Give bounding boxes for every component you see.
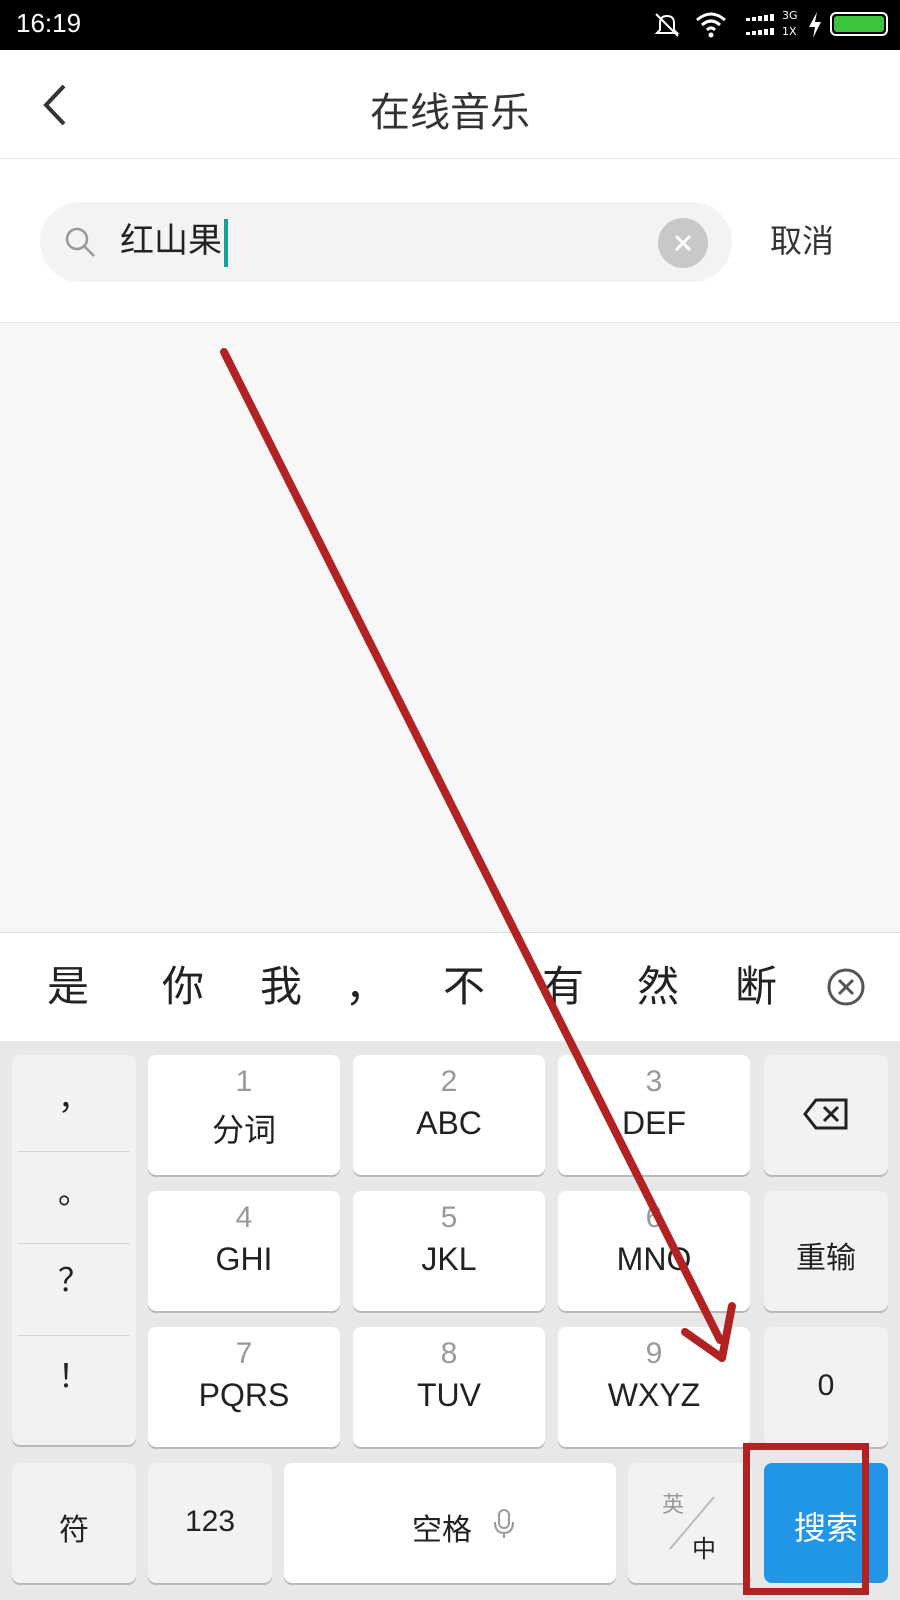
mute-icon	[654, 13, 680, 37]
back-button[interactable]	[36, 80, 76, 130]
punctuation-column[interactable]: ， 。 ？ ！	[12, 1055, 136, 1445]
candidate-item[interactable]: 你	[143, 957, 223, 1017]
key-2[interactable]: 2 ABC	[353, 1055, 545, 1175]
reinput-key[interactable]: 重输	[764, 1191, 888, 1311]
charging-icon	[809, 12, 821, 38]
chevron-left-icon	[43, 84, 66, 126]
key-7[interactable]: 7 PQRS	[148, 1327, 340, 1447]
key-1[interactable]: 1 分词	[148, 1055, 340, 1175]
key-letters: 分词	[211, 1112, 276, 1148]
search-icon	[65, 227, 95, 257]
numbers-label: 123	[184, 1505, 236, 1538]
key-number: 4	[235, 1201, 253, 1234]
key-letters: WXYZ	[607, 1377, 701, 1413]
status-bar: 16:19 3G 1X	[0, 0, 900, 50]
search-input[interactable]: 红山果	[120, 216, 228, 267]
punct-key[interactable]: ，	[12, 1073, 136, 1119]
search-input-value: 红山果	[120, 221, 222, 261]
zero-key[interactable]: 0	[764, 1327, 888, 1447]
key-6[interactable]: 6 MNO	[558, 1191, 750, 1311]
key-letters: PQRS	[198, 1377, 290, 1413]
key-9[interactable]: 9 WXYZ	[558, 1327, 750, 1447]
key-3[interactable]: 3 DEF	[558, 1055, 750, 1175]
key-8[interactable]: 8 TUV	[353, 1327, 545, 1447]
punct-key[interactable]: 。	[12, 1167, 136, 1213]
candidate-item[interactable]: 然	[618, 957, 698, 1017]
key-number: 2	[440, 1065, 458, 1098]
search-area: 红山果 取消	[0, 159, 900, 323]
close-icon	[674, 234, 692, 252]
key-letters: MNO	[616, 1241, 692, 1277]
clear-search-button[interactable]	[658, 218, 708, 268]
cancel-button[interactable]: 取消	[752, 216, 852, 266]
candidate-item[interactable]: 我	[241, 957, 321, 1017]
candidate-bar: 是 你 我 ， 不 有 然 断	[0, 932, 900, 1041]
space-key[interactable]: 空格	[284, 1463, 616, 1583]
key-letters: DEF	[622, 1105, 686, 1141]
symbols-key[interactable]: 符	[12, 1463, 136, 1583]
zero-label: 0	[817, 1369, 835, 1402]
divider	[18, 1243, 130, 1244]
key-number: 3	[645, 1065, 663, 1098]
key-5[interactable]: 5 JKL	[353, 1191, 545, 1311]
battery-icon	[830, 12, 888, 36]
candidate-item[interactable]: 有	[523, 957, 603, 1017]
numbers-key[interactable]: 123	[148, 1463, 272, 1583]
network-type-top: 3G	[782, 9, 798, 22]
punct-key[interactable]: ？	[12, 1255, 136, 1301]
key-number: 6	[645, 1201, 663, 1234]
backspace-icon	[803, 1098, 848, 1130]
key-number: 1	[235, 1065, 253, 1098]
divider	[18, 1335, 130, 1336]
lang-zh-label: 中	[692, 1535, 716, 1563]
reinput-label: 重输	[796, 1241, 856, 1276]
divider	[18, 1151, 130, 1152]
network-type-bottom: 1X	[782, 25, 797, 38]
key-letters: TUV	[417, 1377, 481, 1413]
language-switch-key[interactable]: 英 中	[628, 1463, 752, 1583]
symbols-label: 符	[59, 1513, 89, 1548]
header: 在线音乐	[0, 50, 900, 159]
candidate-item[interactable]: 断	[716, 957, 796, 1017]
text-caret	[224, 218, 228, 267]
candidate-item[interactable]: ，	[326, 957, 406, 1017]
wifi-icon	[696, 12, 726, 38]
punct-key[interactable]: ！	[12, 1351, 136, 1397]
backspace-key[interactable]	[764, 1055, 888, 1175]
key-number: 8	[440, 1337, 458, 1370]
search-box[interactable]: 红山果	[40, 202, 732, 282]
microphone-icon	[494, 1509, 514, 1538]
key-4[interactable]: 4 GHI	[148, 1191, 340, 1311]
annotation-highlight-box	[743, 1443, 869, 1595]
key-number: 5	[440, 1201, 458, 1234]
candidate-close-icon[interactable]	[826, 967, 866, 1007]
space-label: 空格	[412, 1513, 472, 1548]
key-letters: JKL	[421, 1241, 477, 1277]
candidate-item[interactable]: 不	[424, 957, 504, 1017]
status-time: 16:19	[16, 8, 82, 38]
signal-icon	[746, 14, 774, 35]
page-title: 在线音乐	[370, 90, 530, 136]
key-letters: ABC	[416, 1105, 482, 1141]
key-letters: GHI	[215, 1241, 273, 1277]
key-number: 7	[235, 1337, 253, 1370]
key-number: 9	[645, 1337, 663, 1370]
candidate-item[interactable]: 是	[28, 957, 108, 1017]
